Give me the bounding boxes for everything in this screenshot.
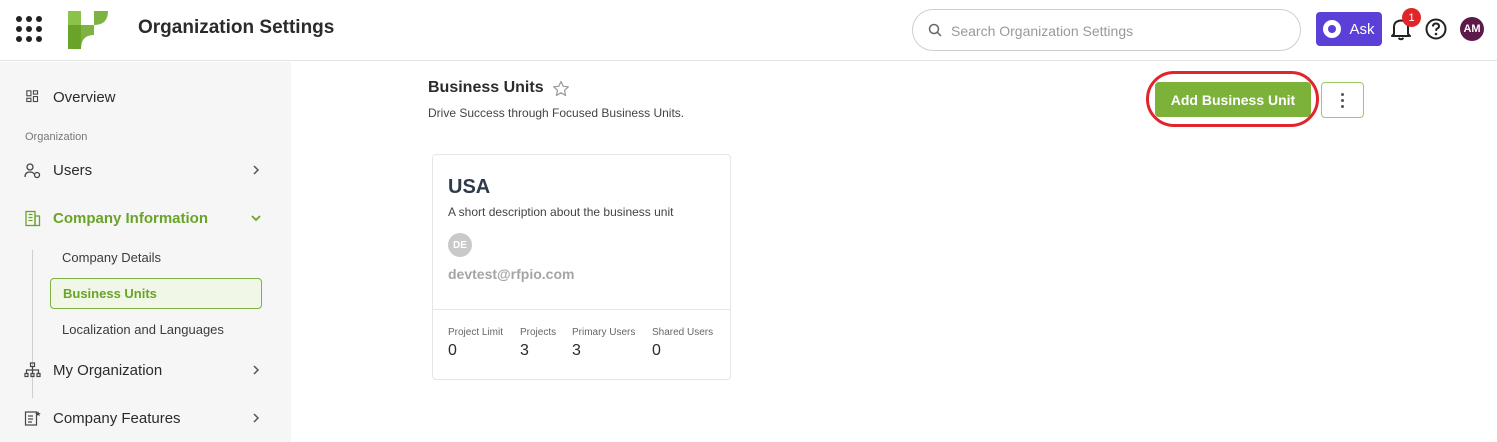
stat-project-limit: Project Limit 0 xyxy=(448,327,503,360)
stat-projects: Projects 3 xyxy=(520,327,556,360)
notification-badge: 1 xyxy=(1402,8,1421,27)
sidebar-item-label: Company Information xyxy=(53,209,209,227)
app-launcher-icon[interactable] xyxy=(16,16,42,42)
section-label: Organization xyxy=(25,131,88,143)
sidebar-item-overview[interactable]: Overview xyxy=(0,77,291,117)
stat-value: 0 xyxy=(652,342,661,359)
sidebar-subitem-localization[interactable]: Localization and Languages xyxy=(50,314,262,345)
sidebar-subitem-business-units[interactable]: Business Units xyxy=(50,278,262,309)
stat-shared-users: Shared Users 0 xyxy=(652,327,713,360)
stat-primary-users: Primary Users 3 xyxy=(572,327,635,360)
business-unit-card[interactable]: USA A short description about the busine… xyxy=(432,154,731,380)
users-icon xyxy=(24,162,41,178)
sidebar-item-label: Overview xyxy=(53,88,116,106)
ask-label: Ask xyxy=(1349,20,1375,38)
stat-value: 3 xyxy=(520,342,529,359)
sidebar-item-company-information[interactable]: Company Information xyxy=(0,198,291,238)
search-icon xyxy=(928,23,942,37)
card-title: USA xyxy=(448,176,491,198)
search-input[interactable] xyxy=(951,20,1281,42)
dashboard-icon xyxy=(26,90,39,103)
building-icon xyxy=(25,210,41,226)
search-box[interactable] xyxy=(912,9,1301,51)
card-divider xyxy=(433,309,730,310)
sidebar: Overview Organization Users Company Info… xyxy=(0,62,291,442)
stat-value: 0 xyxy=(448,342,457,359)
card-owner-email: devtest@rfpio.com xyxy=(448,266,575,282)
sidebar-item-label: My Organization xyxy=(53,361,163,379)
sidebar-item-users[interactable]: Users xyxy=(0,150,291,190)
sidebar-item-label: Users xyxy=(53,161,93,179)
top-header: Organization Settings Ask 1 AM xyxy=(0,0,1497,61)
star-icon[interactable] xyxy=(552,80,570,98)
stat-label: Primary Users xyxy=(572,327,636,338)
chevron-right-icon xyxy=(253,165,260,175)
avatar: DE xyxy=(448,233,472,257)
sidebar-item-company-features[interactable]: Company Features xyxy=(0,398,291,438)
more-options-button[interactable] xyxy=(1321,82,1364,118)
stat-label: Shared Users xyxy=(652,327,714,338)
help-icon[interactable] xyxy=(1425,18,1447,40)
sidebar-subitem-company-details[interactable]: Company Details xyxy=(50,242,262,273)
add-business-unit-button[interactable]: Add Business Unit xyxy=(1155,82,1311,117)
feature-list-icon xyxy=(24,410,41,426)
user-avatar[interactable]: AM xyxy=(1460,17,1484,41)
sidebar-item-my-organization[interactable]: My Organization xyxy=(0,350,291,390)
card-description: A short description about the business u… xyxy=(448,205,674,219)
ask-button[interactable]: Ask xyxy=(1316,12,1382,46)
stat-value: 3 xyxy=(572,342,581,359)
stat-label: Project Limit xyxy=(448,327,504,338)
org-chart-icon xyxy=(24,361,41,377)
more-dots-icon xyxy=(1341,92,1344,96)
chevron-down-icon xyxy=(251,215,261,222)
sidebar-item-label: Company Features xyxy=(53,409,181,427)
stat-label: Projects xyxy=(520,327,557,338)
ask-icon xyxy=(1323,20,1342,38)
page-title: Business Units xyxy=(428,79,544,96)
chevron-right-icon xyxy=(253,365,260,375)
logo-icon[interactable] xyxy=(68,11,108,49)
page-subtitle: Drive Success through Focused Business U… xyxy=(428,106,685,120)
chevron-right-icon xyxy=(253,413,260,423)
app-title: Organization Settings xyxy=(138,17,335,38)
